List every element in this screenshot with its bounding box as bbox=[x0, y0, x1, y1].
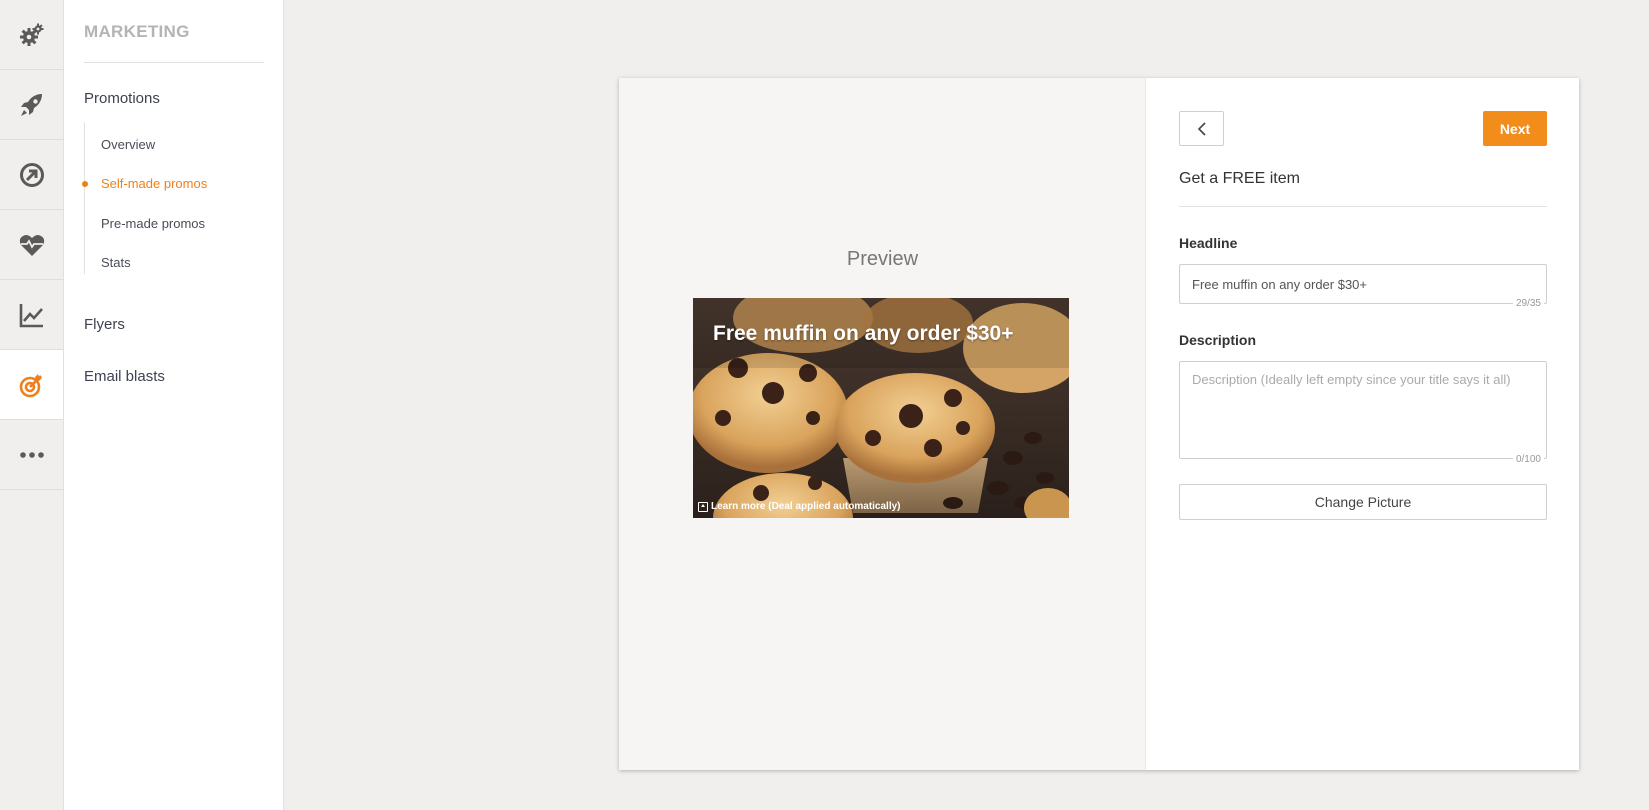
rail-item-more[interactable] bbox=[0, 420, 63, 490]
headline-char-counter: 29/35 bbox=[1512, 298, 1544, 309]
form-divider bbox=[1179, 206, 1547, 207]
headline-input[interactable] bbox=[1179, 264, 1547, 304]
promo-form: Next Get a FREE item Headline 29/35 Desc… bbox=[1179, 78, 1547, 770]
sidebar-item-stats[interactable]: Stats bbox=[101, 255, 131, 270]
sidebar-section-title: MARKETING bbox=[84, 22, 190, 41]
next-button[interactable]: Next bbox=[1483, 111, 1547, 146]
promo-preview-image: Free muffin on any order $30+ Learn more… bbox=[693, 298, 1069, 518]
sidebar-divider bbox=[84, 62, 264, 63]
promo-headline-overlay: Free muffin on any order $30+ bbox=[713, 322, 1014, 345]
promo-editor-card: Preview Free muffin on any order $30+ Le… bbox=[619, 78, 1579, 770]
rail-item-launch[interactable] bbox=[0, 70, 63, 140]
description-label: Description bbox=[1179, 332, 1257, 348]
headline-label: Headline bbox=[1179, 235, 1238, 251]
more-icon bbox=[19, 451, 44, 458]
rail-item-analytics[interactable] bbox=[0, 280, 63, 350]
learn-more-link: Learn more (Deal applied automatically) bbox=[698, 501, 901, 512]
form-title: Get a FREE item bbox=[1179, 170, 1300, 187]
rail-item-growth[interactable] bbox=[0, 140, 63, 210]
description-input[interactable] bbox=[1179, 361, 1547, 459]
active-indicator-dot bbox=[82, 181, 88, 187]
back-button[interactable] bbox=[1179, 111, 1224, 146]
target-icon bbox=[19, 373, 42, 397]
preview-label: Preview bbox=[846, 248, 919, 270]
preview-pane: Preview Free muffin on any order $30+ Le… bbox=[619, 78, 1146, 770]
line-chart-icon bbox=[19, 303, 43, 327]
gears-icon bbox=[19, 23, 43, 46]
external-link-icon bbox=[698, 501, 708, 512]
chevron-left-icon bbox=[1197, 121, 1206, 136]
sidebar-item-flyers[interactable]: Flyers bbox=[84, 316, 125, 333]
promotions-subtree: Overview Self-made promos Pre-made promo… bbox=[82, 122, 264, 274]
change-picture-button[interactable]: Change Picture bbox=[1179, 484, 1547, 520]
description-char-counter: 0/100 bbox=[1512, 454, 1544, 465]
rail-item-settings[interactable] bbox=[0, 0, 63, 70]
heart-pulse-icon bbox=[19, 234, 44, 256]
rocket-icon bbox=[20, 93, 42, 116]
sidebar-item-pre-made-promos[interactable]: Pre-made promos bbox=[101, 216, 205, 231]
icon-rail bbox=[0, 0, 64, 810]
sidebar-item-email-blasts[interactable]: Email blasts bbox=[84, 368, 165, 385]
sidebar-item-self-made-promos[interactable]: Self-made promos bbox=[101, 176, 207, 191]
sidebar-item-promotions[interactable]: Promotions bbox=[84, 90, 160, 107]
compass-arrow-icon bbox=[19, 162, 44, 187]
rail-item-marketing[interactable] bbox=[0, 350, 63, 420]
sidebar-item-overview[interactable]: Overview bbox=[101, 137, 155, 152]
marketing-sidebar: MARKETING Promotions Overview Self-made … bbox=[64, 0, 284, 810]
rail-item-health[interactable] bbox=[0, 210, 63, 280]
learn-more-text: Learn more (Deal applied automatically) bbox=[711, 501, 901, 512]
